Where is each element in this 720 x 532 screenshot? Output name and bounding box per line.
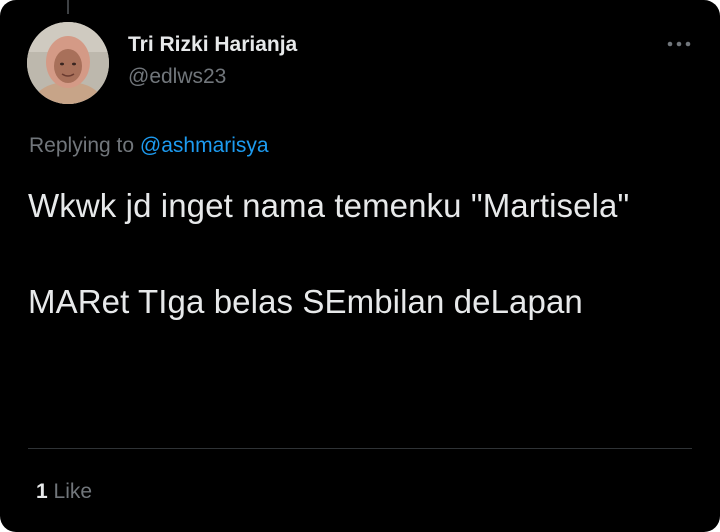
more-options-button[interactable] <box>662 32 696 56</box>
likes-label: Like <box>53 480 93 503</box>
tweet-text-line: MARet TIga belas SEmbilan deLapan <box>28 283 583 320</box>
more-dots-icon <box>667 41 691 47</box>
replying-to-mention[interactable]: @ashmarisya <box>140 134 269 157</box>
tweet-card: Tri Rizki Harianja @edlws23 Replying to … <box>0 0 720 532</box>
likes-count: 1 <box>36 480 48 503</box>
replying-to-label: Replying to <box>29 134 140 157</box>
replying-to-line: Replying to @ashmarisya <box>29 134 269 158</box>
avatar[interactable] <box>27 22 109 104</box>
author-name[interactable]: Tri Rizki Harianja <box>128 33 297 57</box>
tweet-text-line: Wkwk jd inget nama temenku "Martisela" <box>28 187 630 224</box>
profile-photo-icon <box>27 22 109 104</box>
thread-connector-line <box>67 0 69 14</box>
divider <box>28 448 692 449</box>
likes-stat[interactable]: 1 Like <box>36 480 92 504</box>
author-handle[interactable]: @edlws23 <box>128 65 226 89</box>
